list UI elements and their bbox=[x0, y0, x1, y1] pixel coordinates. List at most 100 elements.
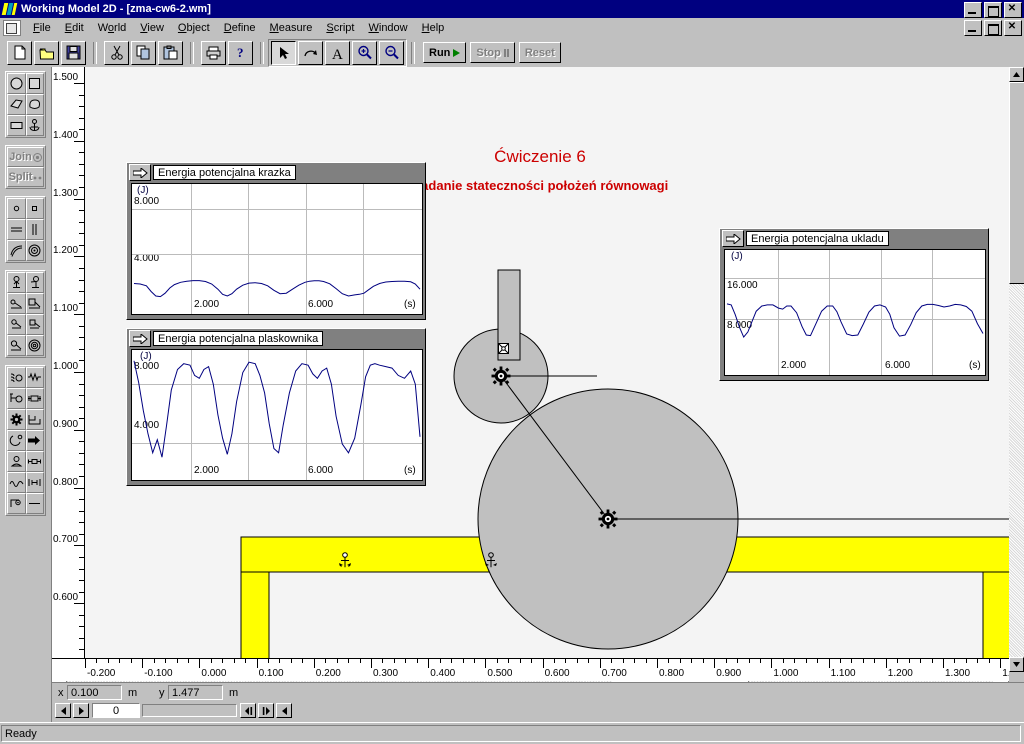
zoom-out-icon[interactable] bbox=[379, 40, 404, 65]
child-restore-button[interactable] bbox=[984, 20, 1002, 36]
menu-measure[interactable]: Measure bbox=[263, 21, 320, 35]
new-icon[interactable] bbox=[7, 40, 32, 65]
prev-frame-icon[interactable] bbox=[55, 703, 71, 718]
force-arrow-icon[interactable] bbox=[25, 430, 44, 451]
curved-slot-icon[interactable] bbox=[7, 240, 26, 261]
rotational-spring-icon[interactable] bbox=[7, 493, 26, 514]
slot-horizontal-icon[interactable] bbox=[7, 219, 26, 240]
curved-polygon-body-icon[interactable] bbox=[25, 94, 44, 115]
run-button[interactable]: Run bbox=[423, 42, 467, 63]
simulation-canvas[interactable]: Ćwiczenie 6 Badanie stateczności położeń… bbox=[85, 67, 1009, 658]
gear-drive-icon[interactable] bbox=[7, 409, 26, 430]
child-minimize-button[interactable] bbox=[964, 20, 982, 36]
slot-vertical-icon[interactable] bbox=[25, 219, 44, 240]
scroll-down-button[interactable] bbox=[1009, 657, 1024, 672]
cut-icon[interactable] bbox=[104, 40, 129, 65]
rectangle-body-icon[interactable] bbox=[7, 115, 26, 136]
menu-view[interactable]: View bbox=[133, 21, 171, 35]
rod-icon[interactable] bbox=[7, 272, 26, 293]
y-coord-value[interactable]: 1.477 bbox=[168, 685, 223, 700]
menu-world[interactable]: World bbox=[91, 21, 134, 35]
hruler-label: 0.200 bbox=[315, 668, 341, 679]
spring-icon[interactable] bbox=[25, 367, 44, 388]
spring-damper-icon[interactable] bbox=[7, 314, 26, 335]
center-of-mass-icon[interactable] bbox=[491, 366, 511, 389]
graph-expand-arrow-icon[interactable] bbox=[129, 164, 151, 181]
maximize-button[interactable] bbox=[984, 2, 1002, 18]
square-point-icon[interactable] bbox=[25, 198, 44, 219]
circle-body-icon[interactable] bbox=[7, 73, 26, 94]
slot-constraint-icon[interactable] bbox=[25, 409, 44, 430]
step-forward-icon[interactable] bbox=[258, 703, 274, 718]
wave-icon[interactable] bbox=[7, 472, 26, 493]
save-icon[interactable] bbox=[61, 40, 86, 65]
line-icon[interactable] bbox=[25, 493, 44, 514]
step-back-icon[interactable] bbox=[240, 703, 256, 718]
graph-plot-area[interactable]: (J) 8.000 4.000 2.000 6.000 (s) bbox=[131, 183, 423, 315]
vertical-scroll-thumb[interactable] bbox=[1009, 82, 1024, 284]
polygon-body-icon[interactable] bbox=[7, 94, 26, 115]
graph-plot-area[interactable]: (J) 8.000 4.000 2.000 6.000 (s) bbox=[131, 349, 423, 481]
menu-edit[interactable]: Edit bbox=[58, 21, 91, 35]
rotational-damper-icon[interactable] bbox=[7, 430, 26, 451]
rotate-icon[interactable] bbox=[298, 40, 323, 65]
pulley-icon[interactable] bbox=[7, 335, 26, 356]
document-system-icon[interactable] bbox=[3, 20, 21, 36]
rope-icon[interactable] bbox=[25, 272, 44, 293]
x-coord-value[interactable]: 0.100 bbox=[67, 685, 122, 700]
child-close-button[interactable]: ✕ bbox=[1004, 20, 1022, 36]
pin-joint-icon[interactable] bbox=[498, 343, 510, 358]
pin-joint-icon[interactable] bbox=[25, 240, 44, 261]
graph-window-krazka[interactable]: Energia potencjalna krazka (J) 8.000 4.0… bbox=[126, 162, 426, 320]
horizontal-ruler[interactable]: -0.200 -0.100 0.000 0.100 0.200 0.300 0.400 0.5… bbox=[52, 658, 1009, 681]
minimize-button[interactable] bbox=[964, 2, 982, 18]
actuator-icon[interactable] bbox=[25, 293, 44, 314]
damper-icon[interactable] bbox=[25, 314, 44, 335]
piston-icon[interactable] bbox=[25, 451, 44, 472]
motor-icon[interactable] bbox=[7, 367, 26, 388]
scroll-up-button[interactable] bbox=[1009, 67, 1024, 82]
linear-actuator-icon[interactable] bbox=[25, 388, 44, 409]
square-body-icon[interactable] bbox=[25, 73, 44, 94]
menu-help[interactable]: Help bbox=[415, 21, 452, 35]
person-icon[interactable] bbox=[7, 451, 26, 472]
graph-expand-arrow-icon[interactable] bbox=[129, 330, 151, 347]
gear-icon[interactable] bbox=[25, 335, 44, 356]
join-button[interactable]: Join bbox=[7, 147, 44, 167]
open-icon[interactable] bbox=[34, 40, 59, 65]
anchor-icon[interactable] bbox=[25, 115, 44, 136]
anchor-icon[interactable] bbox=[483, 552, 499, 573]
separator-icon[interactable] bbox=[7, 293, 26, 314]
text-icon[interactable]: A bbox=[325, 40, 350, 65]
point-element-icon[interactable] bbox=[7, 198, 26, 219]
next-frame-icon[interactable] bbox=[73, 703, 89, 718]
close-button[interactable]: ✕ bbox=[1004, 2, 1022, 18]
frame-slider[interactable] bbox=[142, 704, 237, 717]
menu-define[interactable]: Define bbox=[217, 21, 263, 35]
canvas-vertical-scrollbar[interactable] bbox=[1009, 67, 1024, 672]
vertical-ruler[interactable]: 1.500 1.400 1.300 1.200 1.100 1.000 0.900 0.800… bbox=[52, 67, 85, 672]
graph-window-plaskownika[interactable]: Energia potencjalna plaskownika (J) 8.00… bbox=[126, 328, 426, 486]
reset-button[interactable]: Reset bbox=[518, 42, 561, 63]
keyed-slot-icon[interactable] bbox=[25, 472, 44, 493]
graph-plot-area[interactable]: (J) 16.000 8.000 2.000 6.000 (s) bbox=[724, 249, 986, 376]
print-icon[interactable] bbox=[201, 40, 226, 65]
paste-icon[interactable] bbox=[158, 40, 183, 65]
split-button[interactable]: Split bbox=[7, 167, 44, 187]
frame-number-field[interactable]: 0 bbox=[92, 703, 140, 718]
torque-icon[interactable] bbox=[7, 388, 26, 409]
menu-object[interactable]: Object bbox=[171, 21, 217, 35]
graph-expand-arrow-icon[interactable] bbox=[722, 230, 744, 247]
zoom-in-icon[interactable] bbox=[352, 40, 377, 65]
stop-button[interactable]: Stop bbox=[470, 42, 515, 63]
menu-window[interactable]: Window bbox=[361, 21, 414, 35]
center-of-mass-icon[interactable] bbox=[598, 509, 618, 532]
graph-window-ukladu[interactable]: Energia potencjalna ukladu (J) 16.000 8.… bbox=[719, 228, 989, 381]
menu-script[interactable]: Script bbox=[319, 21, 361, 35]
help-icon[interactable]: ? bbox=[228, 40, 253, 65]
copy-icon[interactable] bbox=[131, 40, 156, 65]
tape-back-icon[interactable] bbox=[276, 703, 292, 718]
menu-file[interactable]: FFileile bbox=[26, 21, 58, 35]
anchor-icon[interactable] bbox=[337, 552, 353, 573]
arrow-pointer-icon[interactable] bbox=[271, 40, 296, 65]
